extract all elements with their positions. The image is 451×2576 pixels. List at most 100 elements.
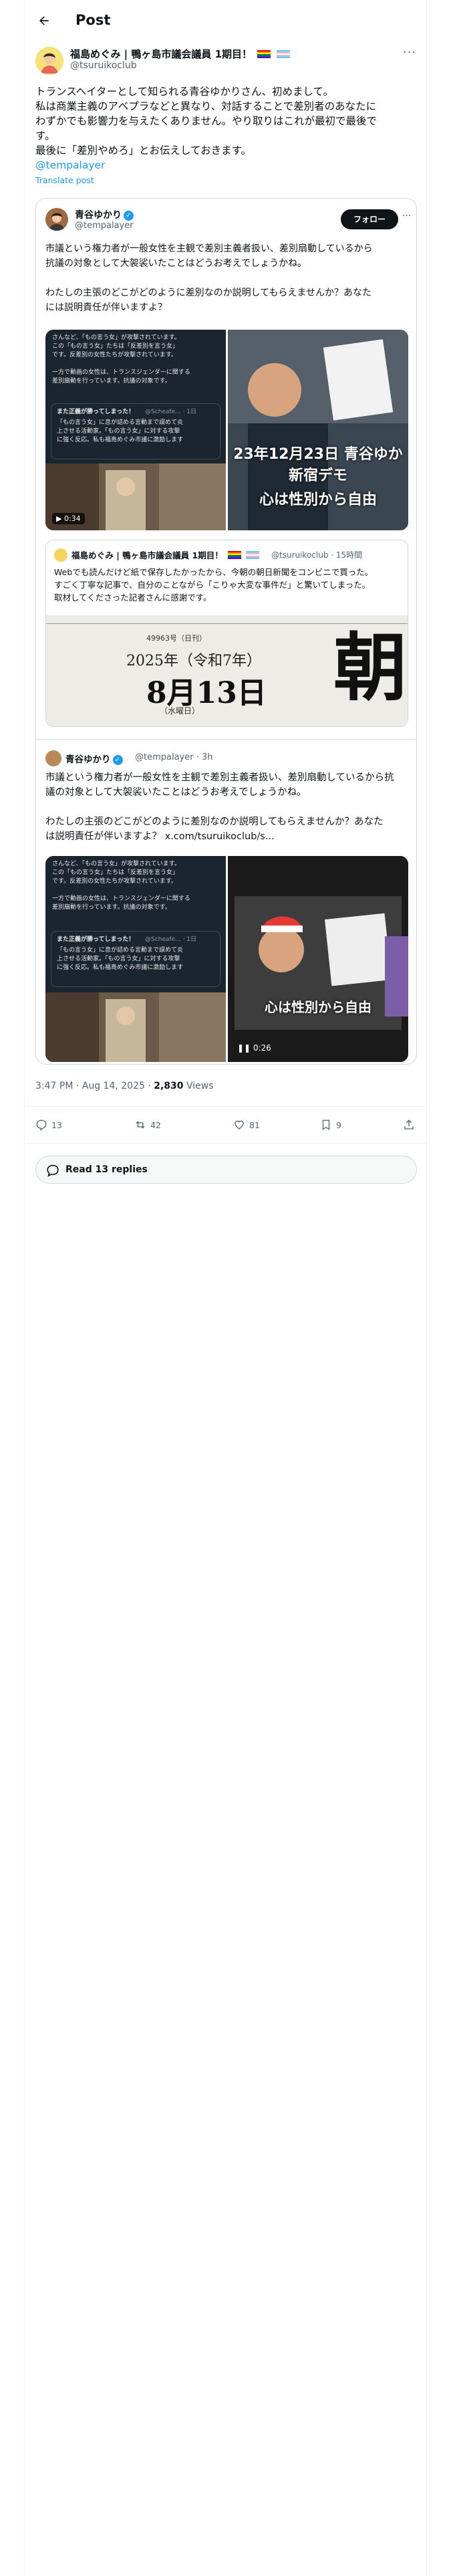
share-button[interactable]	[403, 1119, 415, 1131]
action-bar: 13 42 81 9	[25, 1106, 428, 1144]
nested-media-video[interactable]: 心は性別から自由 ❚❚ 0:26	[228, 856, 408, 1062]
like-button[interactable]: 81	[233, 1119, 260, 1131]
quoted-text-line: わたしの主張のどこがどのように差別なのか説明してもらえませんか？あなた	[45, 288, 372, 298]
page-title: Post	[76, 12, 111, 28]
read-replies-button[interactable]: Read 13 replies	[35, 1156, 417, 1184]
quoted-post-text: 市議という権力者が一般女性を主観で差別主義者扱い、差別扇動しているから 抗議の対…	[45, 241, 410, 315]
inner-author-name[interactable]: 福島めぐみ | 鴨ヶ島市議会議員 1期目！	[71, 548, 260, 561]
inner-post-text: Webでも読んだけど紙で保存したかったから、今朝の朝日新聞をコンビニで買った。 …	[54, 566, 402, 604]
video-caption-slogan: 心は性別から自由	[259, 492, 377, 508]
nested-link[interactable]: x.com/tsuruikoclub/s...	[165, 831, 275, 842]
nested-author-name[interactable]: 青谷ゆかり ✓	[65, 752, 123, 765]
embedded-tweet-snippet: また正義が勝ってしまった！ @Scheafe... · 1日 「もの言う女」に息…	[51, 931, 220, 987]
media-text-line: さんなど、「もの言う女」が攻撃されています。	[52, 334, 180, 341]
follow-button[interactable]: フォロー	[341, 209, 398, 229]
quoted-more-options-icon[interactable]: ···	[402, 211, 411, 221]
top-bar: Post	[25, 0, 428, 41]
media-text-line: この「もの言う女」たちは「反差別を言う女」	[52, 343, 179, 350]
media-text-block: さんなど、「もの言う女」が攻撃されています。 この「もの言う女」たちは「反差別を…	[52, 334, 219, 386]
snippet-body: 「もの言う女」に息が詰める言動まで誤めて炎 上させる活動家。「もの言う女」に対す…	[57, 419, 217, 445]
snippet-line: 上させる活動家。「もの言う女」に対する攻撃	[57, 956, 180, 962]
nested-media-image[interactable]: さんなど、「もの言う女」が攻撃されています。 この「もの言う女」たちは「反差別を…	[45, 856, 226, 1062]
quoted-author-avatar[interactable]	[45, 208, 68, 231]
media-text-line: です。反差別の女性たちが攻撃されています。	[52, 352, 177, 358]
post-text: トランスヘイターとして知られる青谷ゆかりさん、初めまして。 私は商業主義のアベプ…	[35, 84, 420, 158]
pause-icon[interactable]: ❚❚	[237, 1043, 253, 1053]
post-timestamp: 3:47 PM · Aug 14, 2025 · 2,830 Views	[35, 1081, 214, 1091]
post-time[interactable]: 3:47 PM · Aug 14, 2025 ·	[35, 1081, 154, 1091]
repost-count: 42	[150, 1119, 161, 1130]
reply-icon	[36, 1119, 47, 1131]
newspaper-photo[interactable]: 49963号（日刊） 2025年（令和7年） 8月13日 （水曜日） 朝	[46, 615, 408, 726]
post-text-line: 私は商業主義のアベプラなどと異なり、対話することで差別者のあなたに	[35, 100, 377, 112]
back-button[interactable]	[34, 11, 54, 31]
media-text-line: 一方で動画の女性は、トランスジェンダーに関する	[52, 369, 190, 376]
reply-count: 13	[51, 1119, 62, 1130]
repost-button[interactable]: 42	[134, 1119, 161, 1131]
quoted-author-name[interactable]: 青谷ゆかり ✓	[75, 208, 134, 221]
author-avatar[interactable]	[35, 47, 63, 75]
nested-post-text: 市議という権力者が一般女性を主観で差別主義者扱い、差別扇動しているから抗 議の対…	[45, 770, 410, 844]
trans-flag-icon	[276, 50, 290, 58]
quoted-media-video[interactable]: 23年12月23日 青谷ゆか 新宿デモ 心は性別から自由	[228, 330, 408, 530]
inner-author-meta: @tsuruikoclub · 15時間	[271, 550, 363, 560]
nested-author-meta: @tempalayer · 3h	[135, 752, 213, 762]
repost-icon	[136, 1121, 145, 1129]
newspaper-year: 2025年（令和7年）	[126, 653, 261, 669]
inner-text-line: Webでも読んだけど紙で保存したかったから、今朝の朝日新聞をコンビニで買った。	[54, 567, 373, 577]
bookmark-count: 9	[336, 1119, 341, 1130]
nested-text-line: 議の対象として大袈裟いたことはどうお考えでしょうかね。	[45, 787, 307, 798]
nested-quoted-post[interactable]: 青谷ゆかり ✓ @tempalayer · 3h 市議という権力者が一般女性を主観…	[36, 739, 416, 1064]
video-controls[interactable]: ❚❚ 0:26	[237, 1043, 271, 1053]
trans-flag-icon	[246, 551, 260, 559]
post-page: Post 福島めぐみ | 鴨ヶ島市議会議員 1期目！ @tsuruikoclub…	[24, 0, 428, 2576]
views-label: Views	[183, 1081, 214, 1091]
nested-text-line	[45, 800, 410, 815]
translate-post-link[interactable]: Translate post	[35, 175, 94, 185]
rainbow-flag-icon	[257, 50, 271, 58]
read-replies-label: Read 13 replies	[65, 1164, 148, 1175]
bookmark-button[interactable]: 9	[320, 1119, 341, 1131]
media-text-line: さんなど、「もの言う女」が攻撃されています。	[52, 861, 180, 867]
media-text-line: です。反差別の女性たちが攻撃されています。	[52, 878, 177, 885]
newspaper-masthead: 朝	[333, 625, 407, 711]
media-text-line	[52, 360, 219, 368]
quoted-author-name-text[interactable]: 青谷ゆかり	[75, 210, 122, 221]
inner-quoted-post[interactable]: 福島めぐみ | 鴨ヶ島市議会議員 1期目！ @tsuruikoclub · 15…	[45, 540, 408, 727]
nested-author-name-text[interactable]: 青谷ゆかり	[65, 754, 111, 765]
quoted-author-handle[interactable]: @tempalayer	[75, 221, 134, 231]
more-options-icon[interactable]: ···	[403, 45, 416, 60]
media-text-line	[52, 886, 219, 895]
quoted-text-line	[45, 271, 410, 286]
verified-badge-icon: ✓	[124, 211, 134, 221]
quoted-post[interactable]: 青谷ゆかり ✓ @tempalayer フォロー ··· 市議という権力者が一般女…	[35, 198, 417, 1065]
mention-link[interactable]: @tempalayer	[35, 159, 105, 171]
post-text-line: 最後に「差別やめろ」とお伝えしておきます。	[35, 144, 252, 156]
video-caption-slogan: 心は性別から自由	[265, 999, 371, 1015]
snippet-body: 「もの言う女」に息が詰める言動まで誤めて炎 上させる活動家。「もの言う女」に対す…	[57, 946, 217, 972]
inner-author-name-text[interactable]: 福島めぐみ | 鴨ヶ島市議会議員 1期目！	[71, 550, 223, 560]
newspaper-rule	[46, 623, 408, 624]
author-handle[interactable]: @tsuruikoclub	[70, 60, 137, 71]
inner-author-avatar[interactable]	[54, 548, 67, 562]
nested-author-avatar[interactable]	[45, 750, 61, 766]
post-text-line: わずかでも影響力を与えたくありません。やり取りはこれが最初で最後で	[35, 115, 378, 127]
video-duration: ▶ 0:34	[52, 513, 85, 524]
video-duration-text: 0:34	[63, 514, 81, 523]
reply-button[interactable]: 13	[35, 1119, 62, 1131]
author-name-text[interactable]: 福島めぐみ | 鴨ヶ島市議会議員 1期目！	[70, 48, 252, 60]
share-icon	[404, 1119, 414, 1130]
quoted-text-line: 抗議の対象として大袈裟いたことはどうお考えでしょうかね。	[45, 258, 307, 269]
author-name[interactable]: 福島めぐみ | 鴨ヶ島市議会議員 1期目！	[70, 47, 290, 61]
snippet-line: 上させる活動家。「もの言う女」に対する攻撃	[57, 428, 180, 435]
quoted-text-line: 市議という権力者が一般女性を主観で差別主義者扱い、差別扇動しているから	[45, 243, 373, 254]
nested-text-part: は説明責任が伴いますよ？	[45, 831, 162, 842]
newspaper-issue-number: 49963号（日刊）	[146, 634, 206, 643]
play-icon: ▶	[56, 514, 64, 523]
quoted-media-image[interactable]: さんなど、「もの言う女」が攻撃されています。 この「もの言う女」たちは「反差別を…	[45, 330, 226, 530]
snippet-line: 「もの言う女」に息が詰める言動まで誤めて炎	[57, 419, 184, 426]
arrow-left-icon	[39, 16, 49, 25]
media-text-line: 差別扇動を行っています。抗議の対象です。	[52, 378, 171, 385]
snippet-line: 「もの言う女」に息が詰める言動まで誤めて炎	[57, 947, 184, 954]
post-text-line: トランスヘイターとして知られる青谷ゆかりさん、初めまして。	[35, 86, 334, 98]
